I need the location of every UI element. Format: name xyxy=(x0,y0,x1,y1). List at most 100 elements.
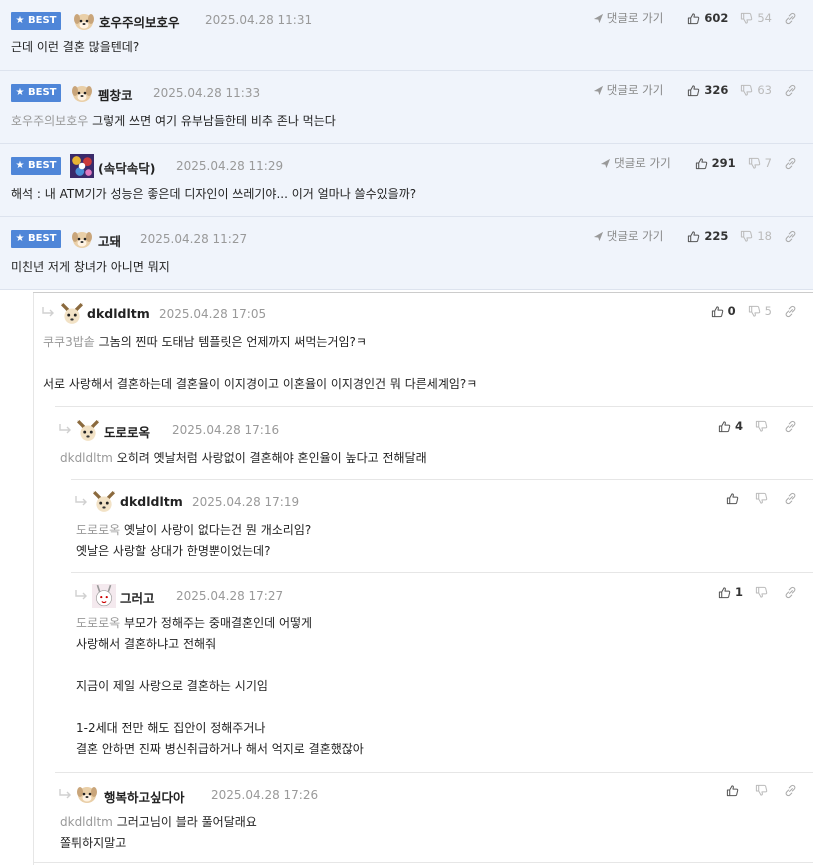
comment-nickname[interactable]: 그러고 xyxy=(120,588,155,607)
upvote-button[interactable] xyxy=(726,784,743,797)
downvote-button[interactable]: 7 xyxy=(748,156,772,170)
send-icon xyxy=(593,231,604,242)
comment-body: dkdldltm 오히려 옛날처럼 사랑없이 결혼해야 혼인율이 높다고 전해달… xyxy=(60,451,427,465)
thumbs-down-icon xyxy=(748,305,761,318)
thumbs-up-icon xyxy=(718,586,731,599)
best-comment: ★ BEST (속닥속닥) 2025.04.28 11:29 댓글로 가기 29… xyxy=(0,144,813,217)
downvote-button[interactable]: 18 xyxy=(740,229,772,243)
thumbs-up-icon xyxy=(695,157,708,170)
link-icon xyxy=(784,492,797,505)
best-comment: ★ BEST 호우주의보호우 2025.04.28 11:31 댓글로 가기 6… xyxy=(0,0,813,71)
star-icon: ★ xyxy=(15,15,25,26)
send-icon xyxy=(593,13,604,24)
chihuahua-avatar-icon xyxy=(92,490,116,514)
downvote-button[interactable]: 54 xyxy=(740,11,772,25)
send-icon xyxy=(593,85,604,96)
link-button[interactable] xyxy=(784,305,801,318)
link-button[interactable] xyxy=(784,12,801,25)
thumbs-down-icon xyxy=(740,12,753,25)
comment-date: 2025.04.28 11:27 xyxy=(140,232,248,246)
downvote-button[interactable] xyxy=(755,784,772,797)
goto-comment-link[interactable]: 댓글로 가기 xyxy=(593,10,663,26)
mention-nickname[interactable]: 도로로옥 xyxy=(76,523,120,537)
thumbs-down-icon xyxy=(748,157,761,170)
thumbs-down-icon xyxy=(755,492,768,505)
comment-nickname[interactable]: dkdldltm xyxy=(87,306,150,321)
best-badge: ★ BEST xyxy=(11,12,61,30)
link-button[interactable] xyxy=(784,420,801,433)
link-button[interactable] xyxy=(784,157,801,170)
reply-arrow-icon xyxy=(42,307,56,318)
best-badge: ★ BEST xyxy=(11,157,61,175)
upvote-button[interactable]: 4 xyxy=(718,419,743,433)
thumbs-up-icon xyxy=(726,784,739,797)
upvote-button[interactable]: 602 xyxy=(687,11,728,25)
divider xyxy=(71,572,813,573)
comment-nickname[interactable]: 펨창코 xyxy=(98,85,133,104)
divider xyxy=(55,772,813,773)
comment-body: 호우주의보호우 그렇게 쓰면 여기 유부남들한테 비추 존나 먹는다 xyxy=(11,114,336,128)
goto-comment-link[interactable]: 댓글로 가기 xyxy=(600,155,671,171)
comment-nickname[interactable]: 호우주의보호우 xyxy=(99,12,180,31)
mention-nickname[interactable]: dkdldltm xyxy=(60,815,113,829)
comment-date: 2025.04.28 17:27 xyxy=(176,589,284,603)
upvote-button[interactable]: 0 xyxy=(711,304,736,318)
thumbs-down-icon xyxy=(740,84,753,97)
dog-avatar-icon xyxy=(71,82,93,104)
downvote-button[interactable] xyxy=(755,586,772,599)
link-button[interactable] xyxy=(784,492,801,505)
link-icon xyxy=(784,305,797,318)
link-button[interactable] xyxy=(784,84,801,97)
star-icon: ★ xyxy=(15,160,25,171)
dog-avatar-icon xyxy=(76,783,98,805)
upvote-button[interactable]: 225 xyxy=(687,229,728,243)
star-icon: ★ xyxy=(15,87,25,98)
dog-avatar-icon xyxy=(71,228,93,250)
downvote-button[interactable] xyxy=(755,492,772,505)
divider xyxy=(33,862,813,863)
thumbs-up-icon xyxy=(687,230,700,243)
link-button[interactable] xyxy=(784,586,801,599)
comment-body: 해석 : 내 ATM기가 성능은 좋은데 디자인이 쓰레기야... 이거 얼마나… xyxy=(11,187,417,201)
link-icon xyxy=(784,157,797,170)
link-button[interactable] xyxy=(784,784,801,797)
comment-nickname[interactable]: (속닥속닥) xyxy=(98,158,155,177)
comment-nickname[interactable]: 도로로옥 xyxy=(104,422,150,441)
send-icon xyxy=(600,158,611,169)
link-icon xyxy=(784,784,797,797)
comment-body: 도로로옥 부모가 정해주는 중매결혼인데 어떻게 사랑해서 결혼하냐고 전해줘 … xyxy=(76,616,364,756)
link-icon xyxy=(784,586,797,599)
best-badge: ★ BEST xyxy=(11,84,61,102)
link-button[interactable] xyxy=(784,230,801,243)
comment-nickname[interactable]: 행복하고싶다아 xyxy=(104,787,185,806)
thumbs-up-icon xyxy=(687,84,700,97)
comment-nickname[interactable]: dkdldltm xyxy=(120,494,183,509)
reply-arrow-icon xyxy=(59,424,73,435)
thread-top-divider xyxy=(33,292,813,293)
downvote-button[interactable]: 5 xyxy=(748,304,772,318)
chihuahua-avatar-icon xyxy=(60,302,84,326)
divider xyxy=(55,406,813,407)
mention-nickname[interactable]: dkdldltm xyxy=(60,451,113,465)
mention-nickname[interactable]: 쿠쿠3밥솥 xyxy=(43,335,95,349)
link-icon xyxy=(784,84,797,97)
upvote-button[interactable]: 291 xyxy=(695,156,736,170)
upvote-button[interactable]: 326 xyxy=(687,83,728,97)
goto-comment-link[interactable]: 댓글로 가기 xyxy=(593,228,663,244)
reply-arrow-icon xyxy=(75,590,89,601)
downvote-button[interactable]: 63 xyxy=(740,83,772,97)
mention-nickname[interactable]: 호우주의보호우 xyxy=(11,114,88,128)
mention-nickname[interactable]: 도로로옥 xyxy=(76,616,120,630)
comment-body: 쿠쿠3밥솥 그놈의 찐따 도태남 템플릿은 언제까지 써먹는거임?ㅋ 서로 사랑… xyxy=(43,335,478,391)
upvote-button[interactable] xyxy=(726,492,743,505)
comment-nickname[interactable]: 고돼 xyxy=(98,231,121,250)
goto-comment-link[interactable]: 댓글로 가기 xyxy=(593,82,663,98)
comment-body: 미친년 저게 창녀가 아니면 뭐지 xyxy=(11,260,170,274)
comment-date: 2025.04.28 17:26 xyxy=(211,788,319,802)
downvote-button[interactable] xyxy=(755,420,772,433)
reply-arrow-icon xyxy=(75,496,89,507)
comment-body: 근데 이런 결혼 많을텐데? xyxy=(11,40,140,54)
link-icon xyxy=(784,420,797,433)
upvote-button[interactable]: 1 xyxy=(718,585,743,599)
comment-date: 2025.04.28 11:29 xyxy=(176,159,284,173)
